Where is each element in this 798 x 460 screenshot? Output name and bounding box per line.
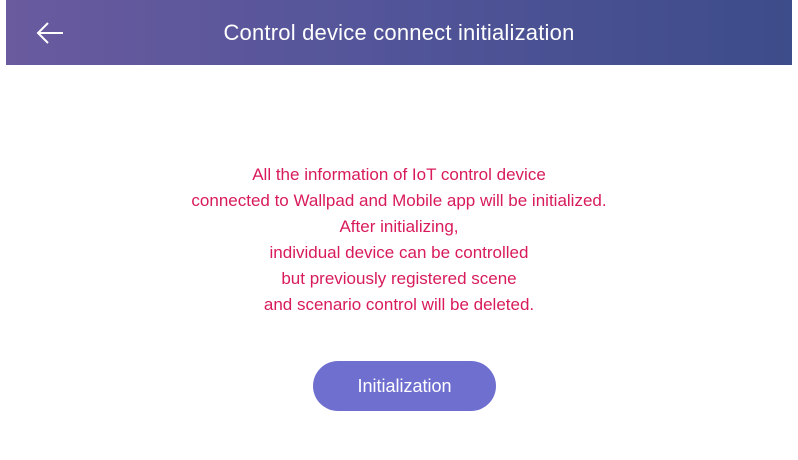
initialization-screen: Control device connect initialization Al… xyxy=(0,0,798,460)
header-bar: Control device connect initialization xyxy=(6,0,792,65)
initialization-button[interactable]: Initialization xyxy=(313,361,496,411)
back-button[interactable] xyxy=(34,18,66,48)
message-line: connected to Wallpad and Mobile app will… xyxy=(191,191,607,210)
message-line: but previously registered scene xyxy=(281,269,517,288)
back-arrow-icon xyxy=(36,22,63,44)
page-title: Control device connect initialization xyxy=(223,19,575,45)
warning-message: All the information of IoT control devic… xyxy=(0,162,798,318)
message-line: individual device can be controlled xyxy=(269,243,529,262)
message-line: All the information of IoT control devic… xyxy=(252,165,546,184)
message-line: After initializing, xyxy=(339,217,459,236)
message-line: and scenario control will be deleted. xyxy=(263,295,535,314)
